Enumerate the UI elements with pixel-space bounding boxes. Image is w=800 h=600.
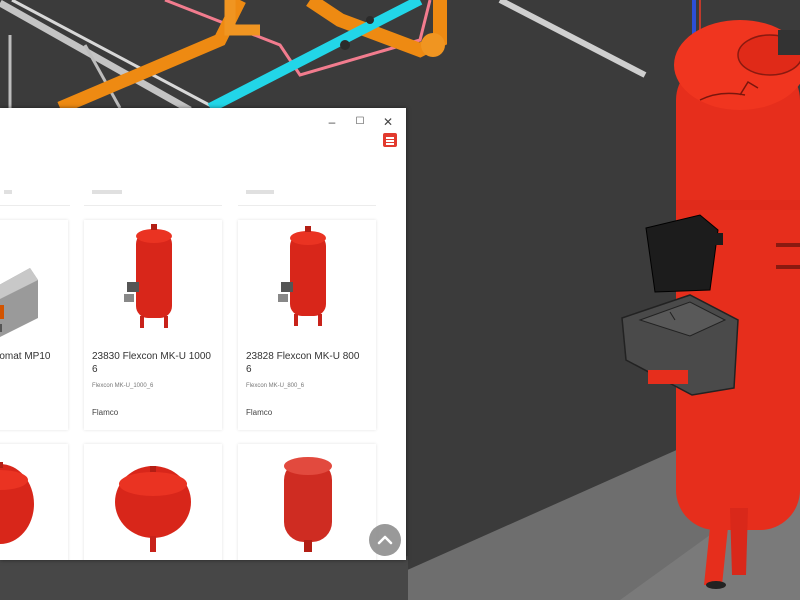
previous-row-text-fragment <box>4 190 12 194</box>
product-title[interactable]: 23828 Flexcon MK-U 800 6 <box>246 350 366 376</box>
product-card[interactable]: 23828 Flexcon MK-U 800 6 Flexcon MK-U_80… <box>238 220 376 430</box>
product-brand: Flamco <box>246 408 273 417</box>
round-expansion-vessel-icon <box>115 466 191 552</box>
cylinder-vessel-icon <box>284 457 332 552</box>
grey-rail <box>498 0 647 78</box>
round-expansion-vessel-icon <box>0 462 34 544</box>
maximize-button[interactable]: ☐ <box>352 116 368 128</box>
pipe-fitting <box>366 16 374 24</box>
product-card[interactable] <box>0 444 68 560</box>
previous-row-text-fragment <box>92 190 122 194</box>
product-card[interactable] <box>84 444 222 560</box>
menu-icon[interactable] <box>383 133 397 147</box>
close-button[interactable]: ✕ <box>380 116 396 128</box>
product-card[interactable] <box>238 444 376 560</box>
orange-pipe-elbow <box>421 33 445 57</box>
product-title[interactable]: 23830 Flexcon MK-U 1000 6 <box>92 350 212 376</box>
tall-expansion-vessel-icon <box>124 224 172 328</box>
product-card[interactable]: 23830 Flexcon MK-U 1000 6 Flexcon MK-U_1… <box>84 220 222 430</box>
product-title[interactable]: romat MP10 <box>0 350 66 363</box>
scroll-to-top-button[interactable] <box>369 524 401 556</box>
product-code: Flexcon MK-U_800_6 <box>246 383 305 389</box>
pump-unit-icon <box>0 268 38 337</box>
pipe-fitting <box>340 40 350 50</box>
previous-row-text-fragment <box>246 190 274 194</box>
product-card[interactable]: romat MP10 <box>0 220 68 430</box>
minimize-button[interactable]: – <box>324 116 340 128</box>
product-code: Flexcon MK-U_1000_6 <box>92 383 154 389</box>
previous-row-card-edge <box>238 205 376 206</box>
previous-row-card-edge <box>84 205 222 206</box>
cyan-pipe <box>207 0 423 113</box>
previous-row-card-edge <box>0 205 70 206</box>
tall-expansion-vessel-icon <box>278 226 326 326</box>
product-catalog-window[interactable]: – ☐ ✕ romat MP10 23830 Flexcon MK-U 1000… <box>0 108 406 560</box>
chevron-up-icon <box>377 535 393 545</box>
product-brand: Flamco <box>92 408 119 417</box>
window-shadow <box>0 556 408 600</box>
